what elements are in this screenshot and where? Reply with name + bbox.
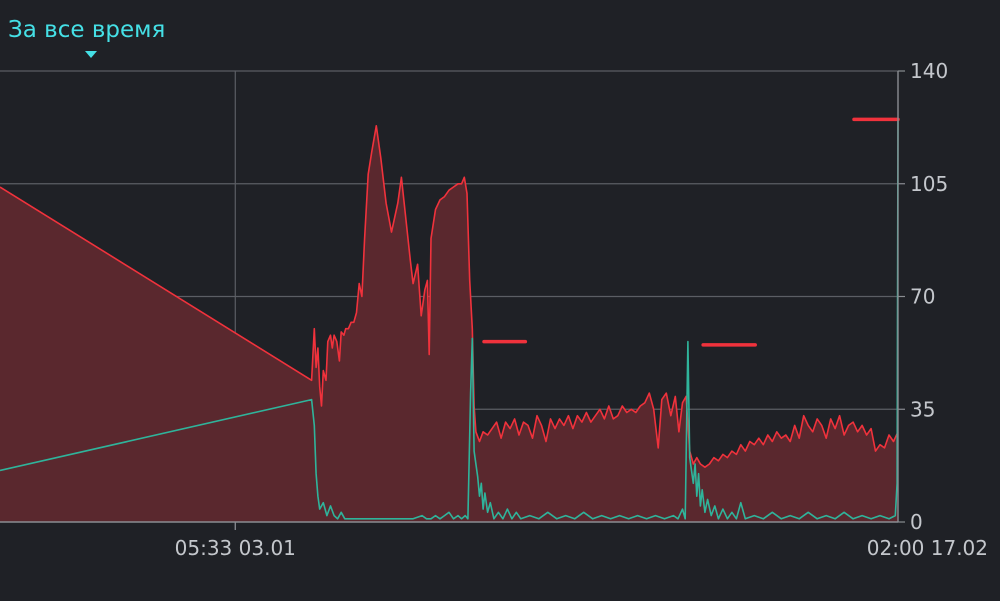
y-tick-label: 105 bbox=[910, 172, 948, 196]
y-tick-label: 70 bbox=[910, 285, 935, 309]
chart-markers bbox=[482, 117, 900, 347]
series-area-0 bbox=[0, 125, 898, 523]
y-tick-label: 0 bbox=[910, 510, 923, 534]
chart[interactable]: 140 105 70 35 0 05:33 03.01 02:00 17.02 bbox=[0, 0, 1000, 601]
chart-series bbox=[0, 119, 899, 523]
x-tick-label: 02:00 17.02 bbox=[867, 536, 988, 560]
x-tick-label: 05:33 03.01 bbox=[175, 536, 296, 560]
y-tick-label: 140 bbox=[910, 59, 948, 83]
y-tick-label: 35 bbox=[910, 397, 935, 421]
